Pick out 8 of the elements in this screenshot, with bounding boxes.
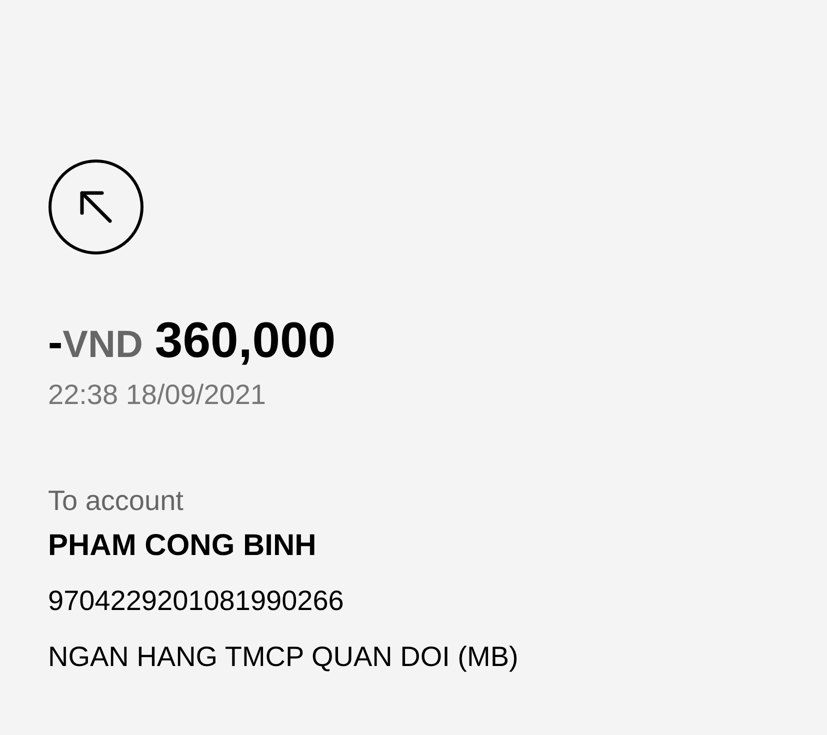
- amount-value: 360,000: [154, 315, 336, 365]
- recipient-name: PHAM CONG BINH: [48, 531, 318, 561]
- amount-sign: -: [48, 321, 63, 365]
- currency-label: VND: [62, 326, 143, 364]
- recipient-label: To account: [48, 487, 184, 515]
- account-number: 9704229201081990266: [48, 587, 345, 615]
- transaction-datetime: 22:38 18/09/2021: [48, 381, 267, 409]
- bank-name: NGAN HANG TMCP QUAN DOI (MB): [48, 643, 520, 671]
